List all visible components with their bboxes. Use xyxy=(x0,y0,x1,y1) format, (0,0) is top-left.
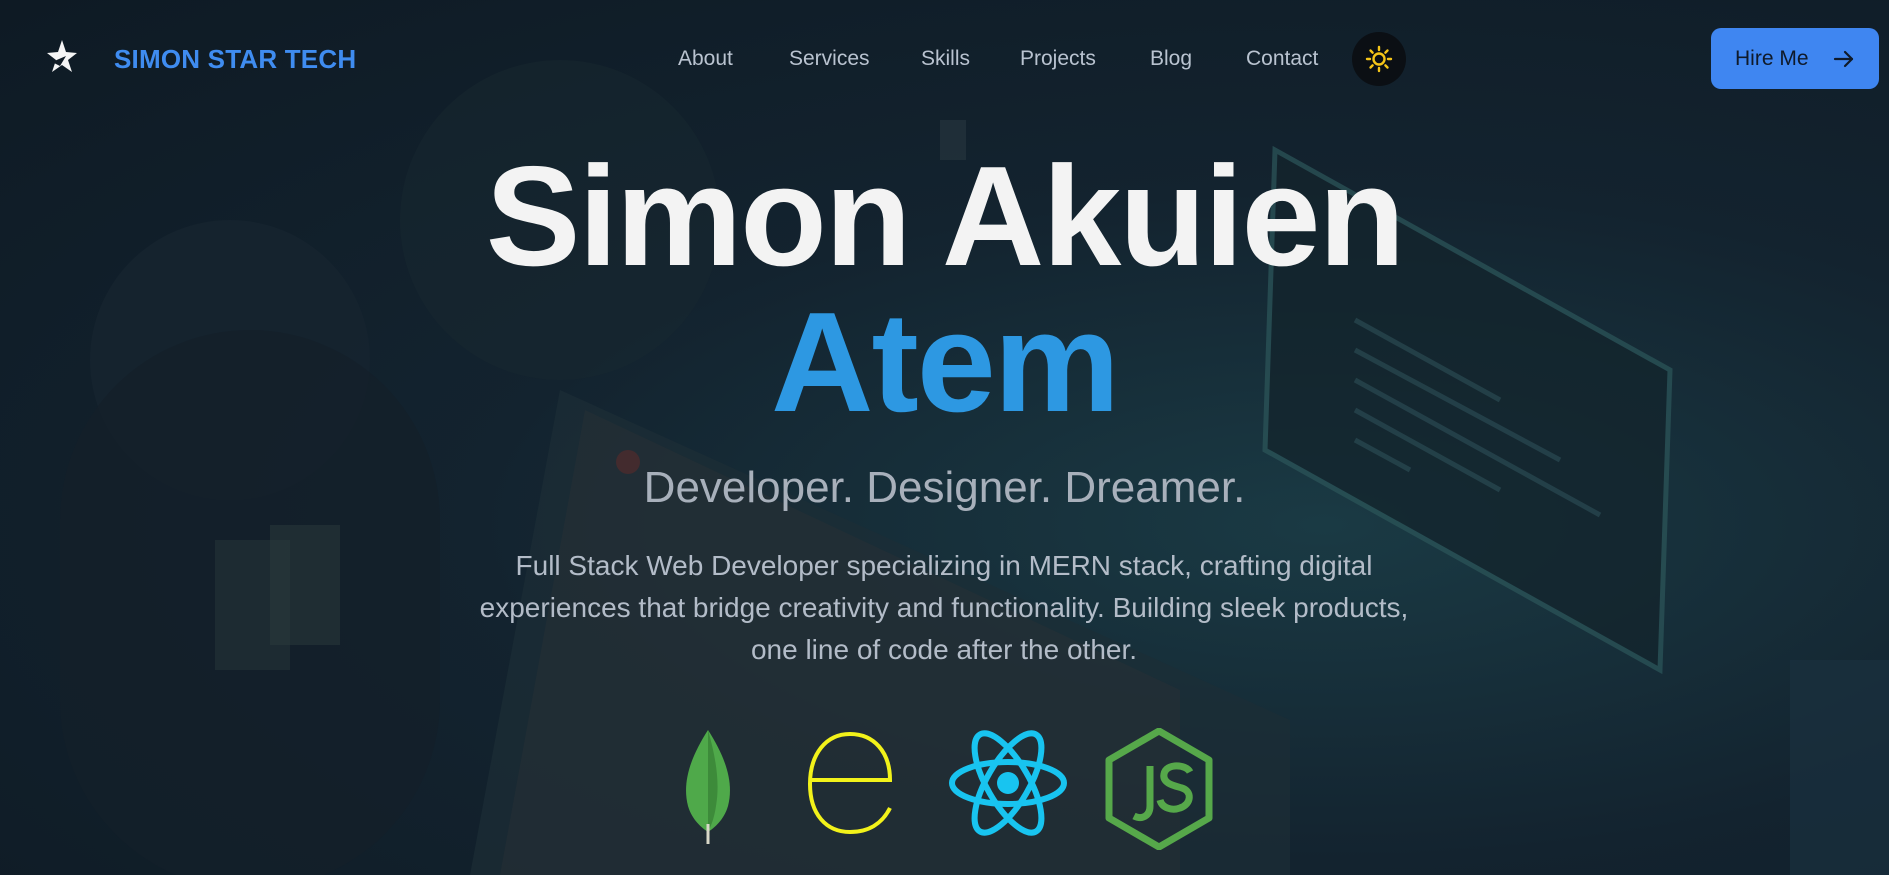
nav-contact[interactable]: Contact xyxy=(1246,44,1318,74)
hero-description: Full Stack Web Developer specializing in… xyxy=(434,545,1454,671)
hire-me-button[interactable]: Hire Me xyxy=(1711,28,1879,89)
nav-services[interactable]: Services xyxy=(789,44,870,74)
mongodb-icon xyxy=(686,730,730,844)
star-logo-icon[interactable] xyxy=(46,38,78,76)
site-header: SIMON STAR TECH About Services Skills Pr… xyxy=(0,0,1889,118)
nav-skills[interactable]: Skills xyxy=(921,44,970,74)
sun-icon xyxy=(1365,45,1393,73)
hero-surname: Atem xyxy=(770,283,1120,442)
theme-toggle-button[interactable] xyxy=(1352,32,1406,86)
nav-about[interactable]: About xyxy=(678,44,733,74)
express-icon xyxy=(807,731,893,835)
hero-name: Simon Akuien xyxy=(485,137,1406,296)
arrow-right-icon xyxy=(1833,50,1854,68)
nodejs-icon xyxy=(1105,728,1213,850)
description-line: experiences that bridge creativity and f… xyxy=(479,592,1409,623)
react-icon xyxy=(949,730,1067,836)
description-line: one line of code after the other. xyxy=(750,634,1138,665)
hero-tagline: Developer. Designer. Dreamer. xyxy=(643,463,1246,512)
hire-me-label: Hire Me xyxy=(1735,46,1809,70)
nav-projects[interactable]: Projects xyxy=(1020,44,1096,74)
description-line: Full Stack Web Developer specializing in… xyxy=(515,550,1373,581)
nav-blog[interactable]: Blog xyxy=(1150,44,1192,74)
brand-name[interactable]: SIMON STAR TECH xyxy=(114,44,356,74)
